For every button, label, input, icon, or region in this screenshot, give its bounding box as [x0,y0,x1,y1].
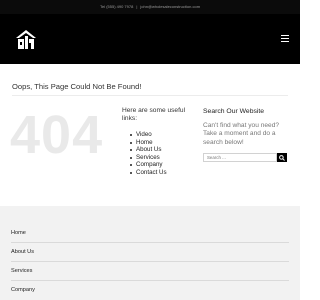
top-contact-bar: Tel (555) 490 7978 | john@wholesaleconstru… [0,0,300,14]
footer-item-company[interactable]: Company [11,281,289,300]
site-logo[interactable] [14,27,38,51]
useful-links-list: Video Home About Us Services Company Con… [130,131,167,177]
footer-item-about-us[interactable]: About Us [11,243,289,262]
useful-links-intro: Here are some useful links: [122,107,186,123]
link-contact-us[interactable]: Contact Us [130,169,167,177]
search-button[interactable] [277,153,287,162]
house-building-logo-icon [16,30,36,49]
error-code-404: 404 [10,105,104,165]
hamburger-menu-icon[interactable] [281,35,289,43]
footer-item-services[interactable]: Services [11,262,289,281]
page-title: Oops, This Page Could Not Be Found! [12,82,142,91]
footer-menu: Home About Us Services Company [0,206,300,300]
link-home[interactable]: Home [130,139,167,147]
site-header [0,14,300,64]
link-company[interactable]: Company [130,161,167,169]
email-address[interactable]: john@wholesaleconstruction.com [140,4,200,9]
search-icon [279,154,285,161]
separator: | [136,4,138,9]
search-input[interactable] [203,153,277,162]
search-heading: Search Our Website [203,108,265,115]
link-video[interactable]: Video [130,131,167,139]
search-description: Can't find what you need? Take a moment … [203,122,280,146]
link-about-us[interactable]: About Us [130,146,167,154]
phone-number[interactable]: Tel (555) 490 7978 [100,4,133,9]
footer-item-home[interactable]: Home [11,224,289,243]
link-services[interactable]: Services [130,154,167,162]
title-divider [12,95,288,96]
